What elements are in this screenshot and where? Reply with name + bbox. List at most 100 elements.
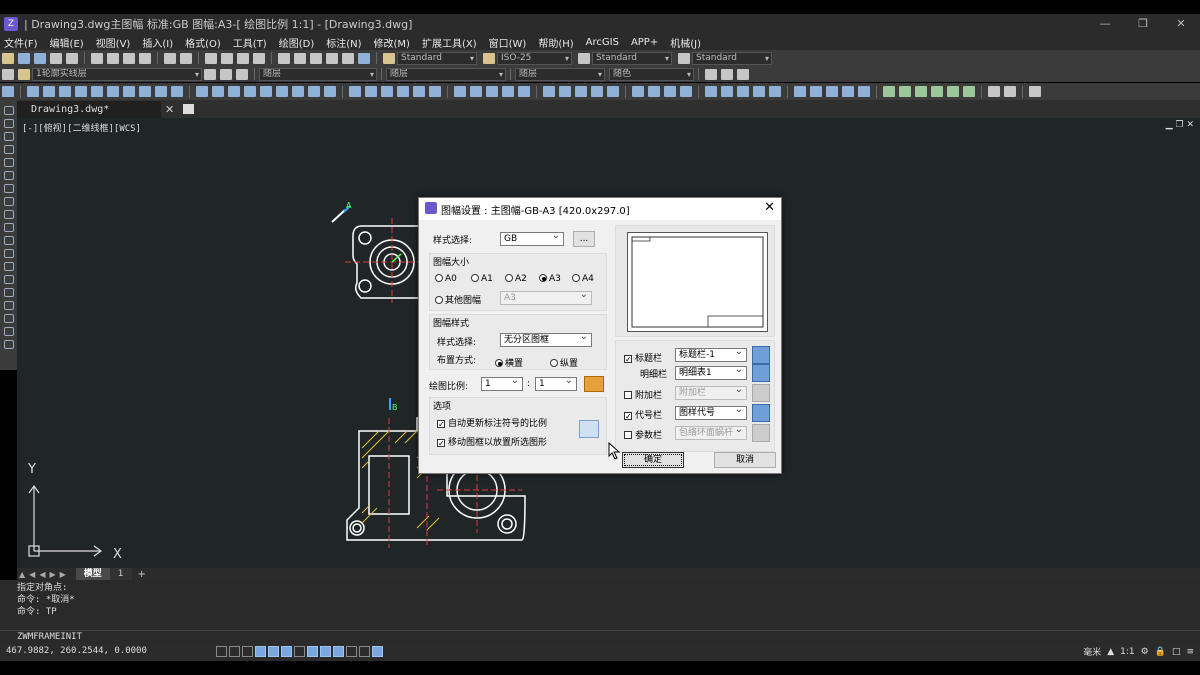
detail-edit-icon[interactable] bbox=[752, 364, 770, 382]
tool-icon-54[interactable] bbox=[931, 86, 943, 97]
customize-icon[interactable]: ≡ bbox=[1186, 647, 1194, 657]
menu-tools[interactable]: 工具(T) bbox=[233, 35, 267, 50]
revcloud-icon[interactable] bbox=[3, 197, 14, 206]
tool-icon-30[interactable] bbox=[502, 86, 514, 97]
select-objects-icon[interactable] bbox=[579, 420, 599, 438]
menu-edit[interactable]: 编辑(E) bbox=[50, 35, 84, 50]
detail-dropdown[interactable]: 明细表1 bbox=[675, 366, 747, 380]
add-layout-button[interactable]: + bbox=[132, 569, 152, 580]
tool-icon-40[interactable] bbox=[680, 86, 692, 97]
tab-layout-1[interactable]: 1 bbox=[109, 568, 132, 580]
tool-icon-5[interactable] bbox=[75, 86, 87, 97]
size-radio-a1[interactable]: A1 bbox=[471, 274, 493, 284]
tool-icon-19[interactable] bbox=[308, 86, 320, 97]
tool-icon-51[interactable] bbox=[883, 86, 895, 97]
tool-icon-49[interactable] bbox=[842, 86, 854, 97]
tool-icon-53[interactable] bbox=[915, 86, 927, 97]
minimize-button[interactable]: — bbox=[1086, 14, 1124, 34]
dyn-ucs-toggle-icon[interactable] bbox=[294, 646, 305, 657]
tool-icon-33[interactable] bbox=[559, 86, 571, 97]
annotation-monitor-toggle-icon[interactable] bbox=[372, 646, 383, 657]
menu-dimension[interactable]: 标注(N) bbox=[326, 35, 361, 50]
tool-icon-14[interactable] bbox=[228, 86, 240, 97]
size-radio-a2[interactable]: A2 bbox=[505, 274, 527, 284]
zoom-previous-icon[interactable] bbox=[253, 52, 265, 64]
tool-icon-8[interactable] bbox=[123, 86, 135, 97]
tool-icon-21[interactable] bbox=[349, 86, 361, 97]
style-select-dropdown[interactable]: GB bbox=[500, 232, 564, 246]
menu-window[interactable]: 窗口(W) bbox=[489, 35, 527, 50]
ellipse-icon[interactable] bbox=[3, 223, 14, 232]
command-input[interactable] bbox=[17, 631, 1177, 644]
restore-button[interactable]: ❐ bbox=[1124, 14, 1162, 34]
ellipse-arc-icon[interactable] bbox=[3, 236, 14, 245]
new-file-icon[interactable] bbox=[2, 52, 14, 64]
text-style-combo[interactable]: Standard bbox=[397, 51, 477, 65]
lineweight-combo[interactable]: 随层 bbox=[515, 67, 605, 81]
prev-tab2-icon[interactable]: ◀ bbox=[39, 570, 45, 579]
open-file-icon[interactable] bbox=[18, 52, 30, 64]
code-edit-icon[interactable] bbox=[752, 404, 770, 422]
first-tab-icon[interactable]: ▲ bbox=[19, 570, 25, 579]
named-ucs-icon[interactable] bbox=[721, 68, 733, 80]
layer-previous-icon[interactable] bbox=[220, 68, 232, 80]
copy-icon[interactable] bbox=[107, 52, 119, 64]
units-label[interactable]: 毫米 bbox=[1083, 645, 1101, 658]
ucs-world-icon[interactable] bbox=[737, 68, 749, 80]
tool-icon-34[interactable] bbox=[575, 86, 587, 97]
tool-icon-6[interactable] bbox=[91, 86, 103, 97]
circle-icon[interactable] bbox=[3, 184, 14, 193]
scale-left-dropdown[interactable]: 1 bbox=[481, 377, 523, 391]
tab-model[interactable]: 模型 bbox=[75, 568, 110, 580]
tool-palette-icon[interactable] bbox=[310, 52, 322, 64]
tool-icon-37[interactable] bbox=[632, 86, 644, 97]
print-preview-icon[interactable] bbox=[66, 52, 78, 64]
table-icon[interactable] bbox=[3, 327, 14, 336]
linetype-combo[interactable]: 随层 bbox=[386, 67, 506, 81]
ok-button[interactable]: 确定 bbox=[622, 452, 684, 468]
tool-icon-52[interactable] bbox=[899, 86, 911, 97]
layout-horizontal-radio[interactable]: 横置 bbox=[495, 356, 523, 369]
frame-style-dropdown[interactable]: 无分区图框 bbox=[500, 333, 592, 347]
tool-icon-59[interactable] bbox=[1029, 86, 1041, 97]
mtext-icon[interactable] bbox=[3, 340, 14, 349]
zoom-window-icon[interactable] bbox=[237, 52, 249, 64]
tool-icon-56[interactable] bbox=[963, 86, 975, 97]
menu-mechanical[interactable]: 机械(J) bbox=[670, 35, 701, 50]
properties-icon[interactable] bbox=[278, 52, 290, 64]
menu-extended-tools[interactable]: 扩展工具(X) bbox=[422, 35, 477, 50]
dialog-close-button[interactable]: ✕ bbox=[764, 200, 775, 215]
tool-icon-26[interactable] bbox=[429, 86, 441, 97]
annotation-scale-icon[interactable]: ▲ bbox=[1107, 647, 1114, 657]
menu-view[interactable]: 视图(V) bbox=[96, 35, 131, 50]
color-combo[interactable]: 随层 bbox=[259, 67, 377, 81]
tool-icon-10[interactable] bbox=[155, 86, 167, 97]
tool-icon-24[interactable] bbox=[397, 86, 409, 97]
layer-manager-icon[interactable] bbox=[2, 68, 14, 80]
transparency-toggle-icon[interactable] bbox=[333, 646, 344, 657]
tool-icon-36[interactable] bbox=[607, 86, 619, 97]
tool-icon-38[interactable] bbox=[648, 86, 660, 97]
tool-icon-48[interactable] bbox=[826, 86, 838, 97]
menu-modify[interactable]: 修改(M) bbox=[374, 35, 410, 50]
redo-icon[interactable] bbox=[180, 52, 192, 64]
browse-button[interactable]: ... bbox=[573, 231, 595, 247]
title-block-edit-icon[interactable] bbox=[752, 346, 770, 364]
make-block-icon[interactable] bbox=[3, 262, 14, 271]
gradient-icon[interactable] bbox=[3, 301, 14, 310]
tool-icon-55[interactable] bbox=[947, 86, 959, 97]
lock-icon[interactable]: 🔒 bbox=[1155, 647, 1166, 657]
tool-icon-23[interactable] bbox=[381, 86, 393, 97]
undo-icon[interactable] bbox=[164, 52, 176, 64]
tool-icon-25[interactable] bbox=[413, 86, 425, 97]
tool-icon-22[interactable] bbox=[365, 86, 377, 97]
new-document-tab-icon[interactable] bbox=[183, 104, 194, 114]
otrack-toggle-icon[interactable] bbox=[281, 646, 292, 657]
match-properties-icon[interactable] bbox=[139, 52, 151, 64]
help-icon[interactable] bbox=[358, 52, 370, 64]
print-icon[interactable] bbox=[50, 52, 62, 64]
tool-icon-13[interactable] bbox=[212, 86, 224, 97]
layout-vertical-radio[interactable]: 纵置 bbox=[550, 356, 578, 369]
tool-icon-1[interactable] bbox=[2, 86, 14, 97]
tool-icon-16[interactable] bbox=[260, 86, 272, 97]
